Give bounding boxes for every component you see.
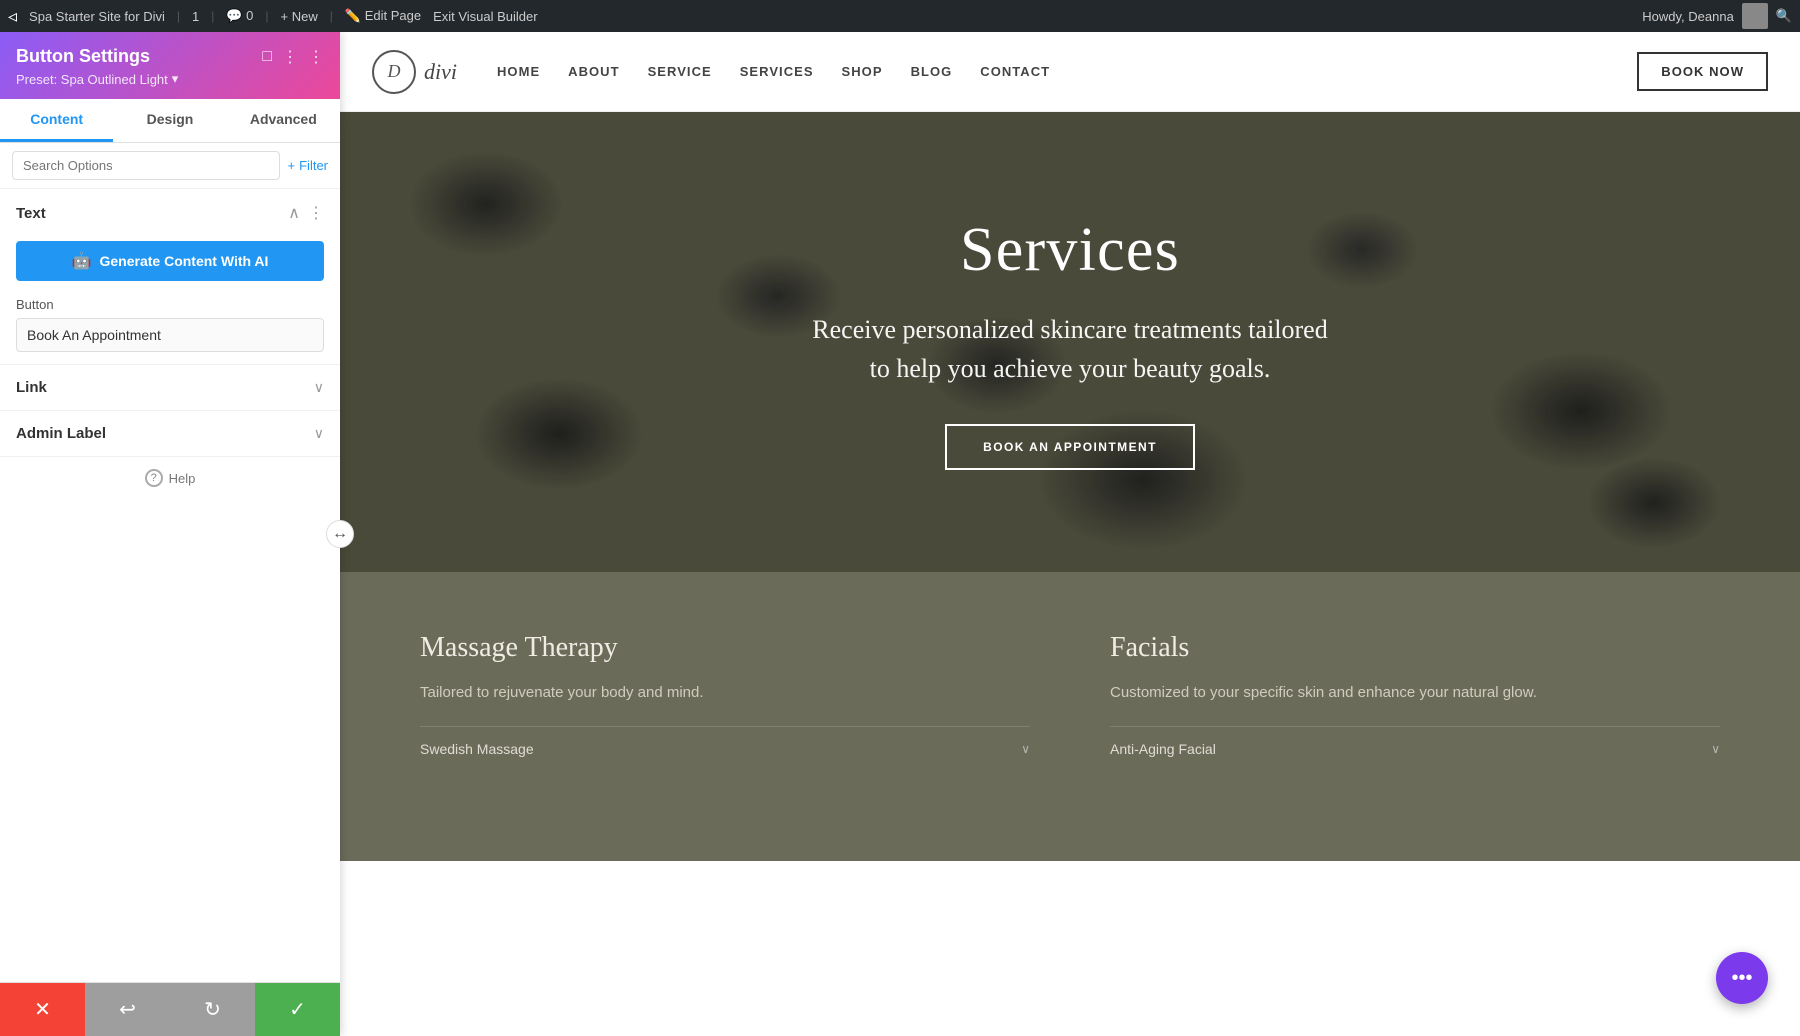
- admin-label-section-icons: ∨: [314, 425, 324, 442]
- layout: Button Settings □ ⋮ ⋮ Preset: Spa Outlin…: [0, 0, 1800, 1036]
- site-preview: D divi HOME ABOUT SERVICE SERVICES SHOP …: [340, 32, 1800, 1036]
- service-item-facials: Facials Customized to your specific skin…: [1110, 632, 1720, 801]
- nav-link-home[interactable]: HOME: [497, 64, 540, 79]
- link-section-header[interactable]: Link ∨: [0, 365, 340, 410]
- service-sub-antiaging[interactable]: Anti-Aging Facial ∨: [1110, 726, 1720, 771]
- help-circle-icon: ?: [145, 469, 163, 487]
- panel-duplicate-icon[interactable]: □: [262, 48, 272, 66]
- tab-content[interactable]: Content: [0, 99, 113, 142]
- hero-section: Services Receive personalized skincare t…: [340, 112, 1800, 572]
- collapse-icon[interactable]: ∧: [288, 203, 300, 223]
- service-name-facials: Facials: [1110, 632, 1720, 664]
- ai-icon: 🤖: [72, 251, 92, 271]
- service-item-massage: Massage Therapy Tailored to rejuvenate y…: [420, 632, 1030, 801]
- panel-header-icons: □ ⋮ ⋮: [262, 47, 324, 67]
- admin-label-section: Admin Label ∨: [0, 411, 340, 457]
- admin-label-section-header[interactable]: Admin Label ∨: [0, 411, 340, 456]
- site-nav: D divi HOME ABOUT SERVICE SERVICES SHOP …: [340, 32, 1800, 112]
- panel-footer: ✕ ↩ ↻ ✓: [0, 982, 340, 1036]
- logo-circle: D: [372, 50, 416, 94]
- nav-link-shop[interactable]: SHOP: [842, 64, 883, 79]
- admin-avatar: [1742, 3, 1768, 29]
- settings-panel: Button Settings □ ⋮ ⋮ Preset: Spa Outlin…: [0, 32, 340, 1036]
- service-sub-antiaging-name: Anti-Aging Facial: [1110, 741, 1711, 757]
- nav-link-blog[interactable]: BLOG: [911, 64, 953, 79]
- floating-action-button[interactable]: •••: [1716, 952, 1768, 1004]
- panel-header: Button Settings □ ⋮ ⋮ Preset: Spa Outlin…: [0, 32, 340, 99]
- admin-search-icon[interactable]: 🔍: [1776, 8, 1792, 24]
- redo-button[interactable]: ↻: [170, 983, 255, 1036]
- text-section-header[interactable]: Text ∧ ⋮: [0, 189, 340, 237]
- panel-tabs: Content Design Advanced: [0, 99, 340, 143]
- save-button[interactable]: ✓: [255, 983, 340, 1036]
- admin-bar-right: Howdy, Deanna 🔍: [1642, 3, 1792, 29]
- button-field-label: Button: [16, 297, 324, 312]
- site-nav-book: BOOK NOW: [1637, 52, 1768, 91]
- hero-title: Services: [812, 215, 1327, 286]
- admin-label-section-title: Admin Label: [16, 425, 106, 442]
- filter-icon: +: [288, 158, 296, 173]
- panel-grid-icon[interactable]: ⋮: [282, 47, 298, 67]
- panel-title: Button Settings: [16, 46, 150, 67]
- admin-edit-page[interactable]: ✏️ Edit Page: [345, 8, 421, 24]
- panel-preset[interactable]: Preset: Spa Outlined Light ▾: [16, 71, 324, 87]
- panel-more-icon[interactable]: ⋮: [308, 47, 324, 67]
- admin-updates[interactable]: 1: [192, 9, 199, 24]
- hero-cta-button[interactable]: BOOK AN APPOINTMENT: [945, 424, 1195, 470]
- tab-design[interactable]: Design: [113, 99, 226, 142]
- service-sub-swedish-name: Swedish Massage: [420, 741, 1021, 757]
- filter-button[interactable]: + Filter: [288, 158, 328, 173]
- service-sub-swedish[interactable]: Swedish Massage ∨: [420, 726, 1030, 771]
- resize-handle[interactable]: ↔: [326, 520, 354, 548]
- cancel-button[interactable]: ✕: [0, 983, 85, 1036]
- link-section: Link ∨: [0, 365, 340, 411]
- service-name-massage: Massage Therapy: [420, 632, 1030, 664]
- nav-link-contact[interactable]: CONTACT: [980, 64, 1050, 79]
- nav-link-about[interactable]: ABOUT: [568, 64, 619, 79]
- nav-link-service[interactable]: SERVICE: [648, 64, 712, 79]
- hero-content: Services Receive personalized skincare t…: [788, 215, 1351, 470]
- undo-button[interactable]: ↩: [85, 983, 170, 1036]
- wp-icon[interactable]: ◃: [8, 6, 17, 27]
- nav-link-services[interactable]: SERVICES: [740, 64, 814, 79]
- site-logo: D divi: [372, 50, 457, 94]
- service-desc-facials: Customized to your specific skin and enh…: [1110, 680, 1720, 706]
- text-section-more-icon[interactable]: ⋮: [308, 203, 324, 223]
- ai-generate-button[interactable]: 🤖 Generate Content With AI: [16, 241, 324, 281]
- panel-search-row: + Filter: [0, 143, 340, 189]
- text-section-title: Text: [16, 205, 46, 222]
- text-section-icons: ∧ ⋮: [288, 203, 324, 223]
- services-grid: Massage Therapy Tailored to rejuvenate y…: [420, 632, 1720, 801]
- admin-comments[interactable]: 💬 0: [226, 8, 253, 24]
- service-sub-antiaging-chevron: ∨: [1711, 742, 1720, 756]
- button-field-group: Button: [0, 293, 340, 364]
- button-text-input[interactable]: [16, 318, 324, 352]
- admin-howdy: Howdy, Deanna: [1642, 9, 1734, 24]
- services-section: Massage Therapy Tailored to rejuvenate y…: [340, 572, 1800, 861]
- admin-site-name[interactable]: Spa Starter Site for Divi: [29, 9, 165, 24]
- link-section-title: Link: [16, 379, 47, 396]
- site-nav-links: HOME ABOUT SERVICE SERVICES SHOP BLOG CO…: [497, 64, 1050, 79]
- admin-bar: ◃ Spa Starter Site for Divi | 1 | 💬 0 | …: [0, 0, 1800, 32]
- text-section: Text ∧ ⋮ 🤖 Generate Content With AI Butt…: [0, 189, 340, 365]
- admin-label-expand-icon[interactable]: ∨: [314, 425, 324, 442]
- link-expand-icon[interactable]: ∨: [314, 379, 324, 396]
- panel-body: Text ∧ ⋮ 🤖 Generate Content With AI Butt…: [0, 189, 340, 1036]
- panel-header-top: Button Settings □ ⋮ ⋮: [16, 46, 324, 67]
- book-now-button[interactable]: BOOK NOW: [1637, 52, 1768, 91]
- link-section-icons: ∨: [314, 379, 324, 396]
- tab-advanced[interactable]: Advanced: [227, 99, 340, 142]
- service-desc-massage: Tailored to rejuvenate your body and min…: [420, 680, 1030, 706]
- hero-subtitle: Receive personalized skincare treatments…: [812, 310, 1327, 388]
- help-row[interactable]: ? Help: [0, 457, 340, 499]
- search-options-input[interactable]: [12, 151, 280, 180]
- admin-exit-builder[interactable]: Exit Visual Builder: [433, 9, 538, 24]
- preset-chevron-icon: ▾: [172, 71, 179, 87]
- logo-text: divi: [424, 59, 457, 85]
- admin-new[interactable]: + New: [281, 9, 318, 24]
- service-sub-swedish-chevron: ∨: [1021, 742, 1030, 756]
